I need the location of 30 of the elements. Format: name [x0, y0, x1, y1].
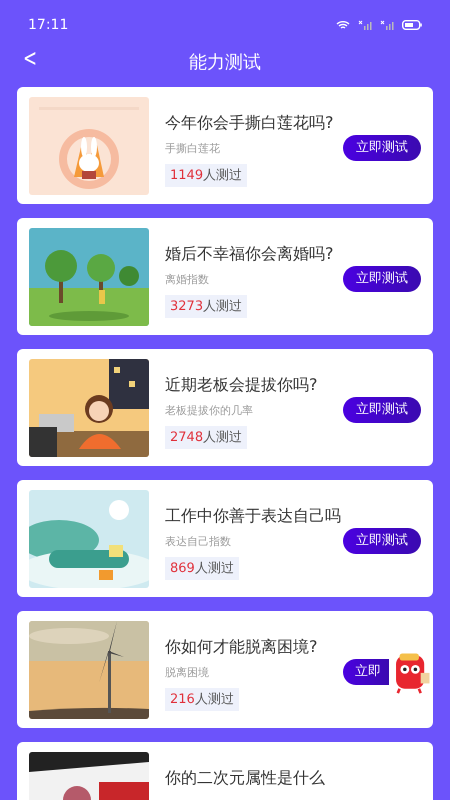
start-test-button[interactable]: 立即测试	[343, 135, 421, 160]
test-title: 你如何才能脱离困境?	[165, 636, 318, 658]
test-subtitle: 老板提拔你的几率	[165, 403, 253, 419]
test-card[interactable]: 今年你会手撕白莲花吗? 手撕白莲花 1149人测过 立即测试	[17, 87, 433, 204]
back-button[interactable]: <	[18, 42, 42, 74]
test-subtitle: 手撕白莲花	[165, 141, 220, 157]
test-card[interactable]: 工作中你善于表达自己吗 表达自己指数 869人测过 立即测试	[17, 480, 433, 597]
taken-count: 1149人测过	[165, 164, 248, 187]
test-subtitle: 离婚指数	[165, 272, 209, 288]
start-test-button[interactable]: 立即测试	[343, 266, 421, 292]
test-subtitle: 脱离困境	[165, 665, 209, 681]
test-subtitle: 表达自己指数	[165, 534, 231, 550]
status-time: 17:11	[28, 16, 68, 34]
test-card[interactable]: 婚后不幸福你会离婚吗? 离婚指数 3273人测过 立即测试	[17, 218, 433, 335]
start-test-button[interactable]: 立即测试	[343, 528, 421, 554]
test-title: 今年你会手撕白莲花吗?	[165, 112, 334, 134]
test-card[interactable]: 近期老板会提拔你吗? 老板提拔你的几率 2748人测过 立即测试	[17, 349, 433, 466]
taken-count: 869人测过	[165, 556, 239, 580]
taken-count: 216人测过	[165, 688, 239, 711]
test-title: 近期老板会提拔你吗?	[165, 374, 318, 396]
test-title: 婚后不幸福你会离婚吗?	[165, 243, 334, 265]
start-test-button[interactable]: 立即测试	[343, 397, 421, 422]
test-card[interactable]: 你的二次元属性是什么	[17, 742, 433, 800]
taken-count: 3273人测过	[165, 294, 248, 318]
taken-count: 2748人测过	[165, 426, 248, 449]
test-title: 工作中你善于表达自己吗	[165, 505, 341, 527]
test-card[interactable]: 你如何才能脱离困境? 脱离困境 216人测过 立即	[17, 611, 433, 728]
test-title: 你的二次元属性是什么	[165, 767, 325, 789]
start-test-button[interactable]: 立即	[343, 659, 389, 684]
page-title: 能力测试	[189, 51, 261, 75]
